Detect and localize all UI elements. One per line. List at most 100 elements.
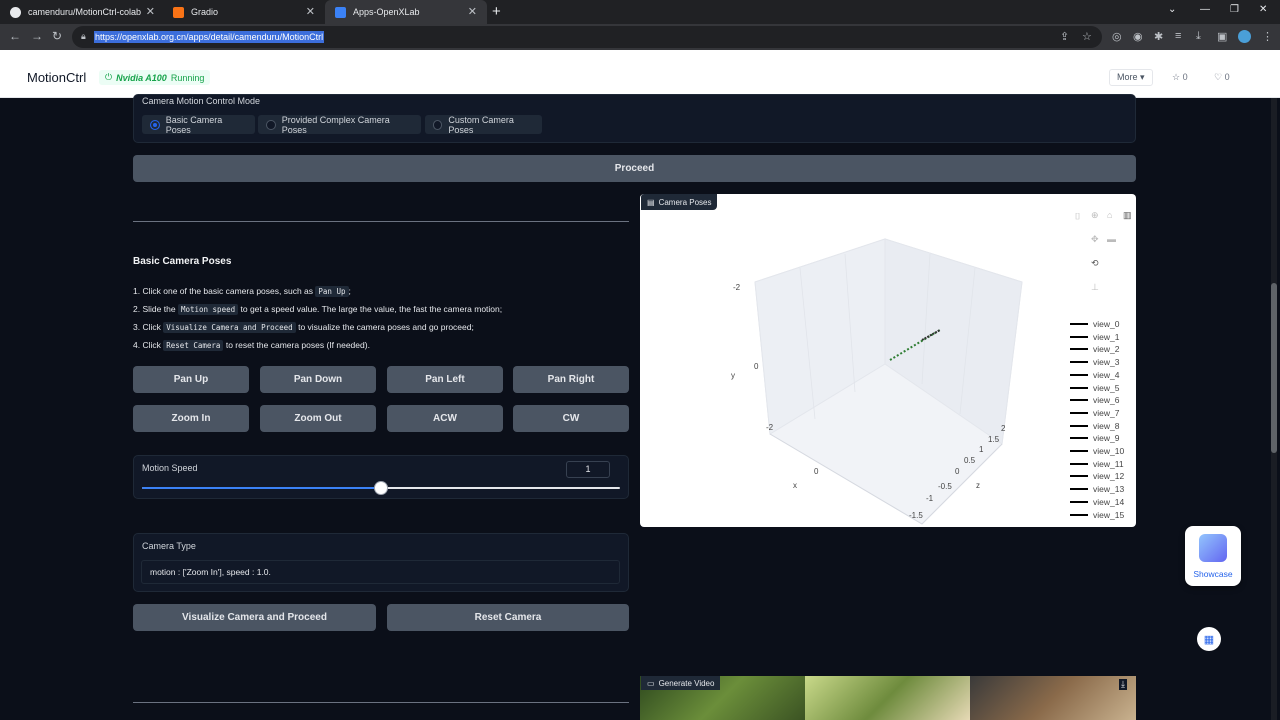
motion-speed-number-input[interactable]: 1 bbox=[566, 461, 610, 478]
tab-title: camenduru/MotionCtrl-colab bbox=[28, 7, 142, 17]
proceed-button[interactable]: Proceed bbox=[133, 155, 1136, 182]
download-icon[interactable]: ⤓ bbox=[1196, 30, 1201, 43]
zoom-in-button[interactable]: Zoom In bbox=[133, 405, 249, 432]
browser-tab-active[interactable]: Apps-OpenXLab ✕ bbox=[325, 0, 487, 24]
showcase-label: Showcase bbox=[1193, 569, 1233, 579]
legend-swatch bbox=[1070, 411, 1088, 414]
back-icon[interactable]: ← bbox=[9, 29, 21, 43]
legend-item[interactable]: view_3 bbox=[1070, 357, 1119, 367]
motion-speed-slider-thumb[interactable] bbox=[374, 481, 388, 495]
legend-swatch bbox=[1070, 450, 1088, 452]
bookmark-star-icon[interactable]: ☆ bbox=[1082, 30, 1092, 43]
camera-icon[interactable]: ⌷ bbox=[1075, 211, 1080, 222]
share-icon[interactable]: ⇪ bbox=[1060, 30, 1069, 43]
pan-right-button[interactable]: Pan Right bbox=[513, 366, 629, 393]
radio-basic-poses[interactable]: Basic Camera Poses bbox=[142, 115, 255, 135]
radio-dot bbox=[433, 119, 443, 130]
app-title[interactable]: MotionCtrl bbox=[27, 70, 86, 85]
zoom-icon[interactable]: ⊕ bbox=[1091, 210, 1099, 221]
extension-icon[interactable]: ◉ bbox=[1133, 30, 1143, 43]
close-icon[interactable]: ✕ bbox=[146, 5, 155, 18]
reading-list-icon[interactable]: ≡ bbox=[1175, 30, 1181, 42]
legend-item[interactable]: view_7 bbox=[1070, 408, 1119, 418]
minimize-icon[interactable]: — bbox=[1200, 4, 1210, 15]
close-window-icon[interactable]: ✕ bbox=[1259, 4, 1267, 15]
acw-button[interactable]: ACW bbox=[387, 405, 503, 432]
legend-item[interactable]: view_4 bbox=[1070, 370, 1119, 380]
power-icon: ⏻ bbox=[105, 72, 113, 82]
radio-custom-poses[interactable]: Custom Camera Poses bbox=[425, 115, 542, 135]
puzzle-icon[interactable]: ✱ bbox=[1154, 30, 1163, 43]
apps-grid-button[interactable]: ▦ bbox=[1197, 627, 1221, 651]
visualize-camera-button[interactable]: Visualize Camera and Proceed bbox=[133, 604, 376, 631]
camera-poses-plot[interactable] bbox=[640, 194, 1136, 527]
url-text[interactable]: https://openxlab.org.cn/apps/detail/came… bbox=[94, 31, 325, 43]
legend-item[interactable]: view_6 bbox=[1070, 395, 1119, 405]
legend-item[interactable]: view_2 bbox=[1070, 344, 1119, 354]
lock-icon: 🔒︎ bbox=[81, 31, 86, 41]
new-tab-icon[interactable]: + bbox=[492, 3, 501, 20]
section-title: Basic Camera Poses bbox=[133, 256, 232, 267]
x-tick: 0 bbox=[814, 467, 819, 476]
legend-swatch bbox=[1070, 323, 1088, 325]
legend-swatch bbox=[1070, 500, 1088, 503]
reload-icon[interactable]: ↻ bbox=[52, 29, 62, 43]
showcase-widget[interactable]: Showcase bbox=[1185, 526, 1241, 586]
reset-camera-button[interactable]: Reset Camera bbox=[387, 604, 629, 631]
instruction-line: 2. Slide the Motion speed to get a speed… bbox=[133, 304, 503, 315]
radio-dot bbox=[150, 119, 160, 130]
zoom-out-button[interactable]: Zoom Out bbox=[260, 405, 376, 432]
radio-complex-poses[interactable]: Provided Complex Camera Poses bbox=[258, 115, 421, 135]
legend-item[interactable]: view_12 bbox=[1070, 471, 1124, 481]
pan-icon[interactable]: ✥ bbox=[1091, 234, 1099, 245]
pan-down-button[interactable]: Pan Down bbox=[260, 366, 376, 393]
y-axis-title: y bbox=[731, 371, 735, 380]
address-bar[interactable]: 🔒︎ https://openxlab.org.cn/apps/detail/c… bbox=[72, 26, 1102, 48]
side-panel-icon[interactable]: ▣ bbox=[1217, 30, 1227, 43]
orbit-icon[interactable]: ▬ bbox=[1107, 234, 1116, 244]
tab-search-icon[interactable]: ⌄ bbox=[1168, 4, 1176, 15]
forward-icon[interactable]: → bbox=[31, 29, 43, 43]
menu-icon[interactable]: ⋮ bbox=[1262, 30, 1273, 43]
avatar[interactable] bbox=[1238, 30, 1251, 43]
legend-label: view_6 bbox=[1093, 395, 1120, 406]
z-axis-title: z bbox=[976, 481, 980, 490]
pan-left-button[interactable]: Pan Left bbox=[387, 366, 503, 393]
close-icon[interactable]: ✕ bbox=[306, 5, 315, 18]
legend-swatch bbox=[1070, 335, 1088, 338]
restore-icon[interactable]: ❐ bbox=[1230, 4, 1239, 15]
heart-icon: ♡ bbox=[1214, 72, 1223, 82]
turntable-icon[interactable]: ⟲ bbox=[1091, 258, 1099, 269]
star-stat[interactable]: ☆ 0 bbox=[1172, 72, 1188, 83]
legend-item[interactable]: view_1 bbox=[1070, 332, 1119, 342]
like-stat[interactable]: ♡ 0 bbox=[1214, 72, 1230, 83]
legend-item[interactable]: view_0 bbox=[1070, 319, 1119, 329]
page-scrollbar-thumb[interactable] bbox=[1271, 283, 1277, 453]
status-badge: ⏻ Nvidia A100 Running bbox=[99, 70, 211, 85]
legend-label: view_10 bbox=[1093, 446, 1125, 456]
close-icon[interactable]: ✕ bbox=[468, 5, 477, 18]
download-icon[interactable]: ⤓ bbox=[1119, 679, 1127, 690]
legend-item[interactable]: view_13 bbox=[1070, 484, 1124, 494]
plot-3d-scene[interactable] bbox=[640, 194, 1136, 527]
generate-video-label-text: Generate Video bbox=[658, 678, 715, 688]
extension-icon[interactable]: ◎ bbox=[1112, 30, 1122, 43]
home-icon[interactable]: ⌂ bbox=[1107, 210, 1112, 220]
legend-item[interactable]: view_8 bbox=[1070, 421, 1119, 431]
browser-tab[interactable]: camenduru/MotionCtrl-colab ✕ bbox=[0, 0, 165, 24]
legend-item[interactable]: view_14 bbox=[1070, 497, 1124, 507]
legend-item[interactable]: view_11 bbox=[1070, 459, 1124, 469]
reset-camera-icon[interactable]: ⊥ bbox=[1091, 282, 1099, 293]
z-tick: 1 bbox=[979, 445, 984, 454]
plotly-logo-icon[interactable]: ▥ bbox=[1123, 210, 1132, 221]
legend-item[interactable]: view_15 bbox=[1070, 510, 1124, 520]
camera-type-output[interactable]: motion : ['Zoom In'], speed : 1.0. bbox=[141, 560, 620, 584]
pan-up-button[interactable]: Pan Up bbox=[133, 366, 249, 393]
legend-label: view_12 bbox=[1093, 471, 1125, 482]
more-button[interactable]: More ▾ bbox=[1109, 69, 1153, 86]
legend-item[interactable]: view_5 bbox=[1070, 383, 1119, 393]
browser-tab[interactable]: Gradio ✕ bbox=[163, 0, 325, 24]
cw-button[interactable]: CW bbox=[513, 405, 629, 432]
legend-item[interactable]: view_10 bbox=[1070, 446, 1124, 456]
legend-item[interactable]: view_9 bbox=[1070, 433, 1119, 443]
